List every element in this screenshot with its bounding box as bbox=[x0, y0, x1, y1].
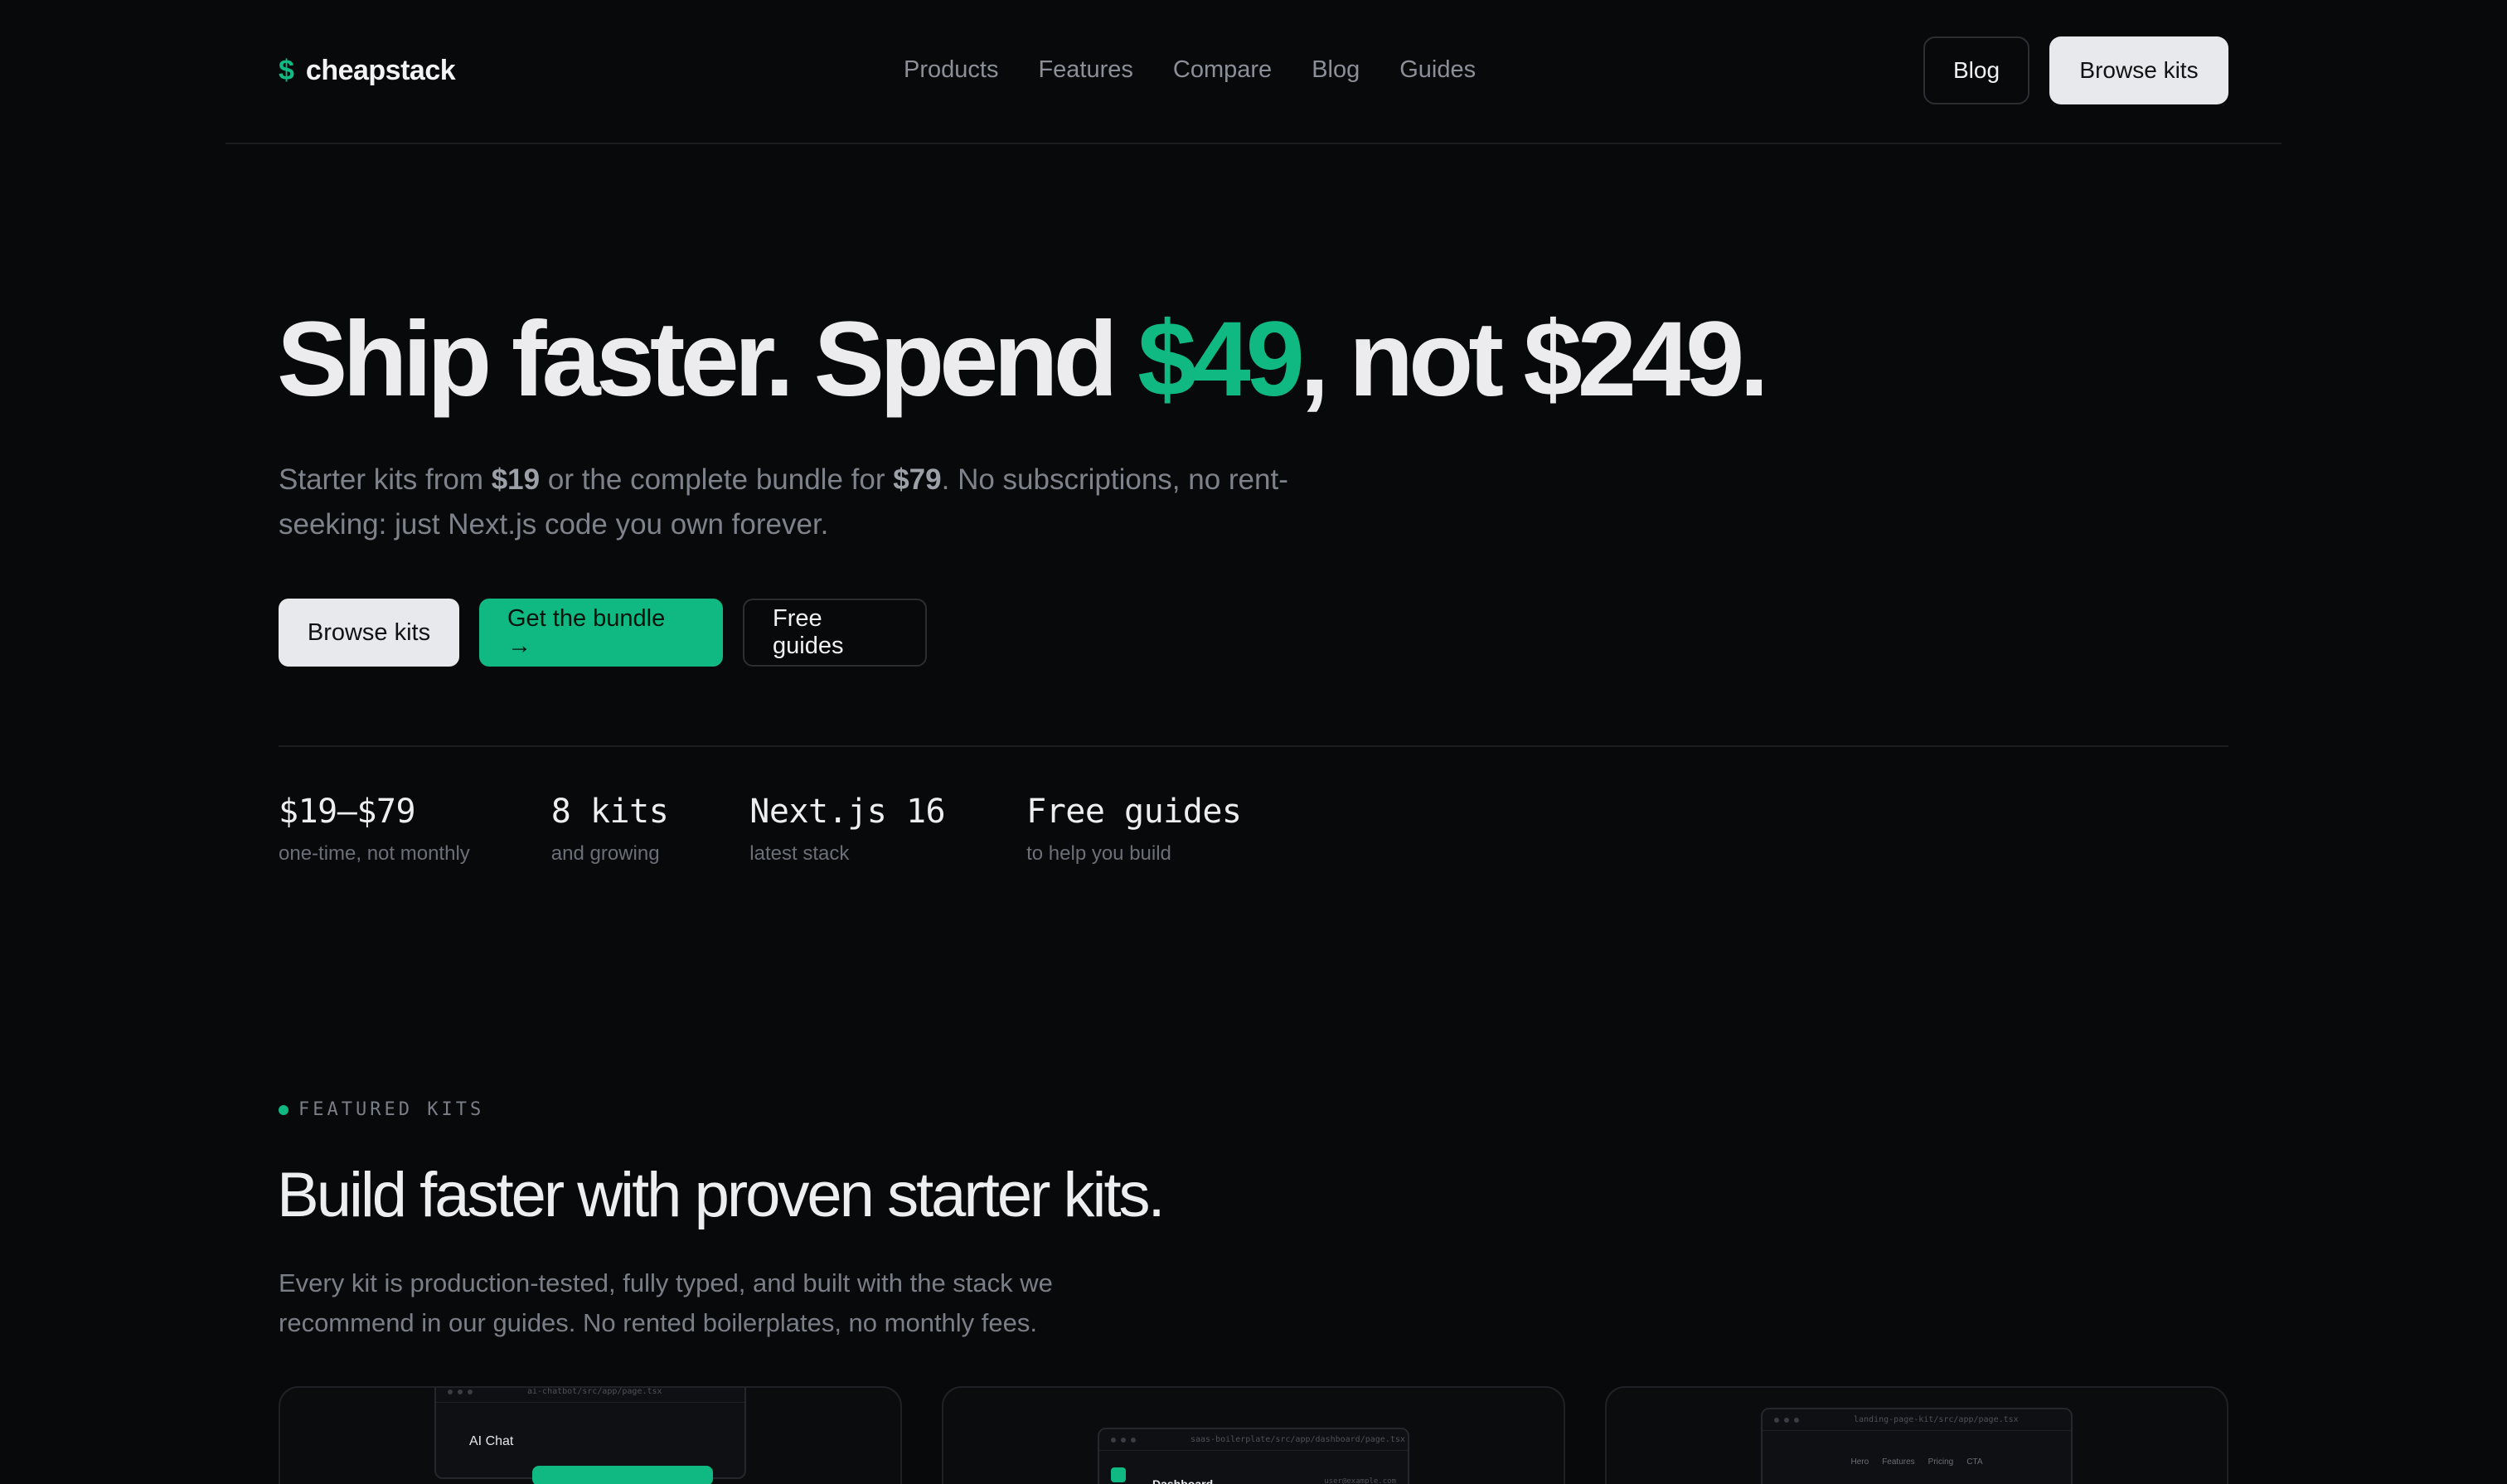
window-dot-icon bbox=[1774, 1417, 1779, 1423]
code-preview-window: saas-boilerplate/src/app/dashboard/page.… bbox=[1098, 1428, 1409, 1484]
code-preview-window: ai-chatbot/src/app/page.tsx AI Chat bbox=[434, 1387, 746, 1484]
preview-accent-bar bbox=[532, 1466, 713, 1484]
stats-row: $19–$79 one-time, not monthly 8 kits and… bbox=[279, 793, 1323, 866]
preview-nav-item: CTA bbox=[1966, 1457, 1983, 1467]
stat-price: $19–$79 one-time, not monthly bbox=[279, 793, 470, 866]
browse-kits-button[interactable]: Browse kits bbox=[279, 599, 459, 667]
preview-heading: Dashboard bbox=[1152, 1477, 1214, 1484]
code-preview-window: landing-page-kit/src/app/page.tsx Hero F… bbox=[1761, 1408, 2073, 1484]
stat-label: one-time, not monthly bbox=[279, 842, 470, 865]
browse-kits-nav-button[interactable]: Browse kits bbox=[2049, 36, 2228, 104]
window-dot-icon bbox=[1131, 1437, 1136, 1443]
window-dot-icon bbox=[448, 1389, 453, 1394]
nav-link-guides[interactable]: Guides bbox=[1399, 56, 1476, 84]
hero-title: Ship faster. Spend $49, not $249. bbox=[277, 298, 1769, 420]
hero-title-part1: Ship faster. Spend bbox=[277, 300, 1138, 419]
nav-link-features[interactable]: Features bbox=[1038, 56, 1132, 84]
nav-link-blog[interactable]: Blog bbox=[1312, 56, 1360, 84]
preview-meta: user@example.com bbox=[1324, 1477, 1396, 1484]
preview-nav: Hero Features Pricing CTA bbox=[1763, 1457, 2071, 1467]
blog-button[interactable]: Blog bbox=[1923, 36, 2029, 104]
stat-label: latest stack bbox=[749, 842, 850, 865]
hero-cta-row: Browse kits Get the bundle → Free guides bbox=[279, 599, 927, 667]
stat-value: $19–$79 bbox=[279, 793, 416, 831]
logo-text: cheapstack bbox=[305, 55, 456, 86]
hero-sub-price-bundle: $79 bbox=[893, 463, 942, 496]
logo-dollar-icon: $ bbox=[279, 55, 294, 86]
hero-sub-text-1: Starter kits from bbox=[279, 463, 492, 496]
hero-title-part2: , not $249. bbox=[1299, 300, 1769, 419]
app-logo-icon bbox=[1111, 1467, 1126, 1482]
preview-nav-item: Features bbox=[1882, 1457, 1915, 1467]
logo[interactable]: $ cheapstack bbox=[279, 55, 456, 87]
nav-link-products[interactable]: Products bbox=[904, 56, 998, 84]
free-guides-button[interactable]: Free guides bbox=[743, 599, 927, 667]
kit-card-landing-page[interactable]: landing-page-kit/src/app/page.tsx Hero F… bbox=[1605, 1386, 2228, 1484]
hero-subtitle: Starter kits from $19 or the complete bu… bbox=[279, 458, 1290, 547]
window-dot-icon bbox=[1784, 1417, 1789, 1423]
window-dot-icon bbox=[1121, 1437, 1126, 1443]
preview-nav-item: Hero bbox=[1850, 1457, 1869, 1467]
featured-eyebrow: FEATURED KITS bbox=[279, 1099, 484, 1120]
stat-value: Next.js 16 bbox=[749, 793, 946, 831]
stat-guides: Free guides to help you build bbox=[1026, 793, 1242, 866]
preview-heading: AI Chat bbox=[469, 1434, 514, 1448]
window-dot-icon bbox=[458, 1389, 463, 1394]
preview-nav-item: Pricing bbox=[1928, 1457, 1954, 1467]
get-bundle-button[interactable]: Get the bundle → bbox=[479, 599, 723, 667]
window-dot-icon bbox=[468, 1389, 473, 1394]
stat-label: and growing bbox=[550, 842, 660, 865]
stat-value: 8 kits bbox=[550, 793, 669, 831]
top-nav: $ cheapstack Products Features Compare B… bbox=[225, 0, 2282, 144]
hero-sub-price-starter: $19 bbox=[491, 463, 541, 496]
hero-title-accent-price: $49 bbox=[1137, 300, 1305, 419]
kit-card-saas-boilerplate[interactable]: saas-boilerplate/src/app/dashboard/page.… bbox=[942, 1386, 1565, 1484]
stat-label: to help you build bbox=[1026, 842, 1171, 865]
window-dot-icon bbox=[1111, 1437, 1116, 1443]
featured-title: Build faster with proven starter kits. bbox=[277, 1160, 1166, 1230]
nav-link-compare[interactable]: Compare bbox=[1173, 56, 1272, 84]
nav-links: Products Features Compare Blog Guides bbox=[904, 56, 1476, 84]
kit-card-ai-chatbot[interactable]: ai-chatbot/src/app/page.tsx AI Chat bbox=[279, 1386, 902, 1484]
stat-kits: 8 kits and growing bbox=[551, 793, 669, 866]
window-titlebar: ai-chatbot/src/app/page.tsx bbox=[436, 1387, 744, 1403]
dot-icon bbox=[279, 1104, 289, 1115]
hero-divider bbox=[279, 745, 2228, 747]
eyebrow-text: FEATURED KITS bbox=[298, 1099, 485, 1120]
window-dot-icon bbox=[1794, 1417, 1799, 1423]
window-titlebar: landing-page-kit/src/app/page.tsx bbox=[1763, 1409, 2071, 1431]
window-titlebar: saas-boilerplate/src/app/dashboard/page.… bbox=[1099, 1429, 1408, 1451]
stat-value: Free guides bbox=[1026, 793, 1242, 831]
featured-subtitle: Every kit is production-tested, fully ty… bbox=[279, 1268, 1053, 1337]
file-path: saas-boilerplate/src/app/dashboard/page.… bbox=[1190, 1435, 1405, 1444]
hero-sub-text-2: or the complete bundle for bbox=[540, 463, 894, 496]
stat-stack: Next.js 16 latest stack bbox=[749, 793, 945, 866]
file-path: landing-page-kit/src/app/page.tsx bbox=[1854, 1415, 2019, 1424]
file-path: ai-chatbot/src/app/page.tsx bbox=[527, 1387, 662, 1396]
